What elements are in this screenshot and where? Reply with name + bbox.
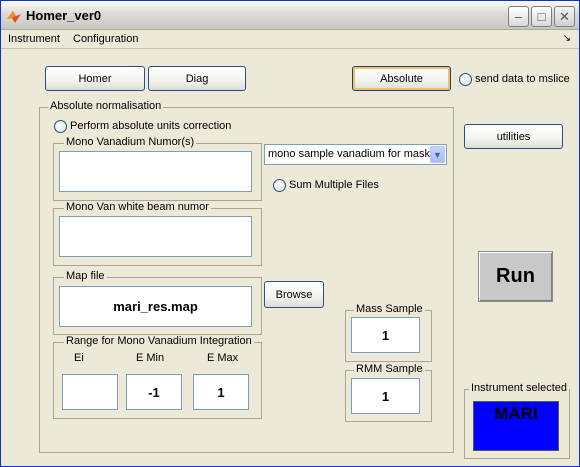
map-file-title: Map file xyxy=(64,270,107,282)
mask-select-value: mono sample vanadium for mask xyxy=(268,148,431,160)
emin-label: E Min xyxy=(136,352,165,364)
menu-configuration[interactable]: Configuration xyxy=(73,33,138,45)
map-file-input[interactable]: mari_res.map xyxy=(59,286,252,327)
diag-button[interactable]: Diag xyxy=(148,66,246,91)
sum-multiple-radio[interactable] xyxy=(273,179,286,192)
white-beam-title: Mono Van white beam numor xyxy=(64,201,211,213)
emin-input[interactable]: -1 xyxy=(126,374,182,410)
perform-correction-radio[interactable] xyxy=(54,120,67,133)
mass-sample-input[interactable]: 1 xyxy=(351,317,420,353)
run-button[interactable]: Run xyxy=(478,251,553,302)
send-data-label: send data to mslice xyxy=(475,73,570,85)
menu-bar: Instrument Configuration ↘ xyxy=(1,30,579,49)
utilities-button[interactable]: utilities xyxy=(464,124,563,149)
minimize-button[interactable]: – xyxy=(508,6,529,27)
ei-input[interactable] xyxy=(62,374,118,410)
browse-button[interactable]: Browse xyxy=(264,281,324,308)
main-window: Homer_ver0 – □ ✕ Instrument Configuratio… xyxy=(0,0,580,467)
sum-multiple-label: Sum Multiple Files xyxy=(289,179,379,191)
close-button[interactable]: ✕ xyxy=(554,6,575,27)
homer-button[interactable]: Homer xyxy=(45,66,145,91)
ei-label: Ei xyxy=(74,352,84,364)
range-title: Range for Mono Vanadium Integration xyxy=(64,335,254,347)
panel-title: Absolute normalisation xyxy=(48,100,164,112)
rmm-sample-title: RMM Sample xyxy=(354,363,425,375)
rmm-sample-input[interactable]: 1 xyxy=(351,378,420,414)
maximize-button[interactable]: □ xyxy=(531,6,552,27)
matlab-logo-icon xyxy=(7,11,21,23)
absolute-button[interactable]: Absolute xyxy=(352,66,451,91)
emax-label: E Max xyxy=(207,352,239,364)
perform-correction-label: Perform absolute units correction xyxy=(70,120,232,132)
mono-vanadium-title: Mono Vanadium Numor(s) xyxy=(64,136,197,148)
window-title: Homer_ver0 xyxy=(26,8,102,23)
emax-input[interactable]: 1 xyxy=(193,374,249,410)
instrument-selected-display: MARI xyxy=(473,401,559,451)
mono-vanadium-input[interactable] xyxy=(59,151,252,192)
title-bar[interactable]: Homer_ver0 – □ ✕ xyxy=(1,1,579,30)
menu-instrument[interactable]: Instrument xyxy=(8,33,60,45)
instrument-selected-title: Instrument selected xyxy=(469,382,569,394)
white-beam-input[interactable] xyxy=(59,216,252,257)
dock-arrow-icon[interactable]: ↘ xyxy=(563,33,571,44)
send-data-radio[interactable] xyxy=(459,73,472,86)
mask-select[interactable]: mono sample vanadium for mask ▼ xyxy=(264,144,447,165)
mass-sample-title: Mass Sample xyxy=(354,303,425,315)
chevron-down-icon[interactable]: ▼ xyxy=(430,146,445,163)
